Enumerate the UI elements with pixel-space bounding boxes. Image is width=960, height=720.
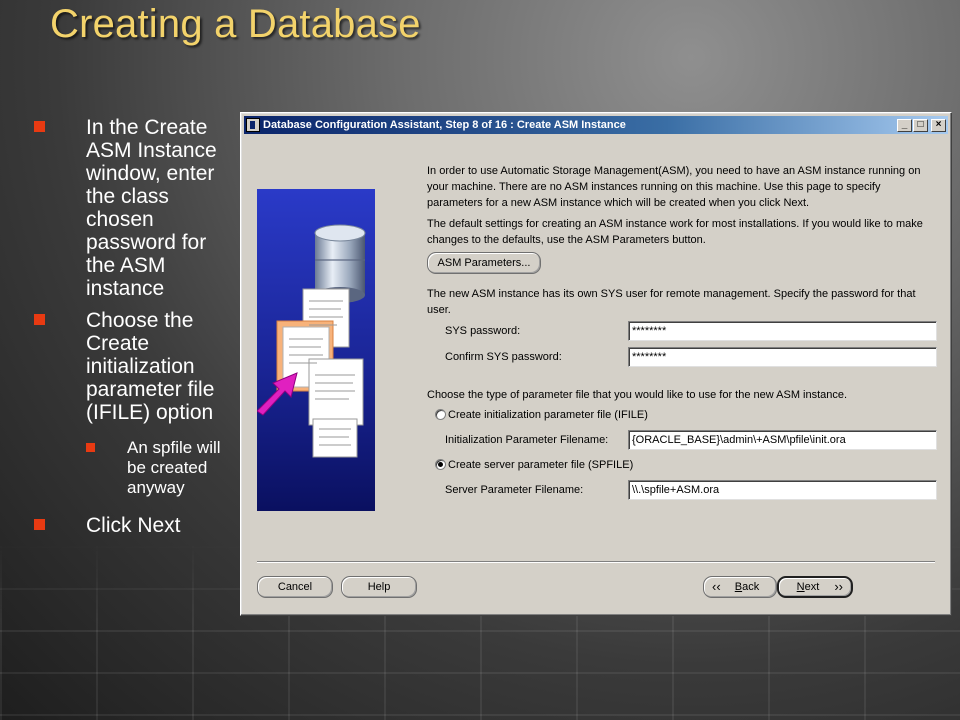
next-mnemonic: N: [796, 581, 805, 593]
bullet-text: Click Next: [86, 514, 181, 537]
sys-password-label: SYS password:: [445, 325, 521, 337]
spfile-filename-input[interactable]: \\.\spfile+ASM.ora: [628, 480, 937, 500]
spfile-option-label[interactable]: Create server parameter file (SPFILE): [448, 458, 633, 472]
confirm-password-input[interactable]: ********: [628, 347, 937, 367]
spfile-radio[interactable]: [435, 459, 446, 470]
chevron-left-icon: ‹‹: [712, 579, 721, 594]
maximize-icon[interactable]: □: [913, 118, 928, 132]
sub-bullet-item: An spfile will be created anyway: [86, 438, 240, 498]
param-file-text: Choose the type of parameter file that y…: [427, 389, 848, 401]
back-button[interactable]: ‹‹ Back: [703, 576, 777, 598]
back-label: ack: [742, 581, 760, 593]
close-icon[interactable]: ×: [931, 118, 946, 132]
bullet-item: Choose the Create initialization paramet…: [30, 309, 240, 498]
ifile-filename-label: Initialization Parameter Filename:: [445, 434, 609, 446]
dbca-window: Database Configuration Assistant, Step 8…: [240, 112, 952, 616]
ifile-radio[interactable]: [435, 409, 446, 420]
ifile-option-label[interactable]: Create initialization parameter file (IF…: [448, 408, 648, 422]
slide-title: Creating a Database: [50, 2, 421, 46]
wizard-illustration-art: [257, 224, 366, 458]
ifile-filename-input[interactable]: {ORACLE_BASE}\admin\+ASM\pfile\init.ora: [628, 430, 937, 450]
bullet-text: In the Create ASM Instance window, enter…: [86, 116, 217, 300]
minimize-icon[interactable]: _: [897, 118, 912, 132]
chevron-right-icon: ››: [834, 579, 843, 594]
button-bar-separator: [257, 561, 935, 563]
sub-bullet-square-icon: [86, 443, 95, 452]
next-button[interactable]: Next ››: [777, 576, 853, 598]
spfile-filename-label: Server Parameter Filename:: [445, 484, 584, 496]
help-button[interactable]: Help: [341, 576, 417, 598]
bullet-item: Click Next: [30, 514, 240, 537]
confirm-password-label: Confirm SYS password:: [445, 351, 562, 363]
sub-bullet-text: An spfile will be created anyway: [127, 438, 221, 497]
slide-bullets: In the Create ASM Instance window, enter…: [30, 116, 240, 537]
sys-user-text: The new ASM instance has its own SYS use…: [427, 288, 916, 316]
bullet-square-icon: [34, 314, 45, 325]
window-controls: _ □ ×: [896, 118, 946, 132]
window-titlebar[interactable]: Database Configuration Assistant, Step 8…: [244, 116, 948, 134]
cancel-button[interactable]: Cancel: [257, 576, 333, 598]
asm-parameters-button[interactable]: ASM Parameters...: [427, 252, 541, 274]
bullet-text: Choose the Create initialization paramet…: [86, 309, 215, 424]
bullet-item: In the Create ASM Instance window, enter…: [30, 116, 240, 300]
sys-password-input[interactable]: ********: [628, 321, 937, 341]
wizard-illustration: [257, 189, 375, 511]
intro-text: In order to use Automatic Storage Manage…: [427, 165, 921, 209]
window-title: Database Configuration Assistant, Step 8…: [263, 119, 626, 131]
defaults-text: The default settings for creating an ASM…: [427, 218, 923, 246]
sub-bullets: An spfile will be created anyway: [86, 438, 240, 498]
bullet-square-icon: [34, 519, 45, 530]
back-mnemonic: B: [734, 581, 743, 593]
bullet-square-icon: [34, 121, 45, 132]
document-stack-icon: [276, 288, 364, 458]
next-label: ext: [804, 581, 820, 593]
app-icon: [246, 118, 260, 132]
